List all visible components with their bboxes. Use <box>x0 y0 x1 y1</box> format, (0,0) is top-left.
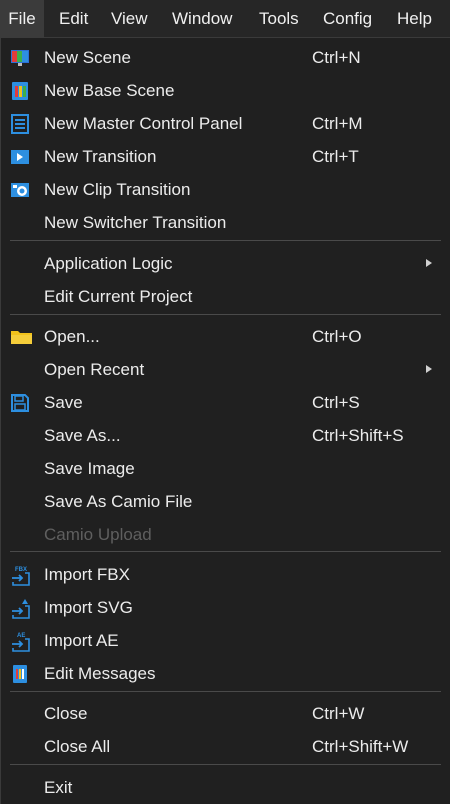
menu-item-label: Close <box>44 704 88 723</box>
menu-item-import-ae[interactable]: AE Import AE <box>1 624 449 657</box>
edit-messages-icon <box>10 664 30 684</box>
separator <box>10 764 441 765</box>
file-menu-dropdown: New Scene Ctrl+N New Base Scene New Mast… <box>0 38 450 804</box>
menu-item-label: Save As... <box>44 426 121 445</box>
menu-item-save-as-camio-file[interactable]: Save As Camio File <box>1 485 449 518</box>
separator <box>10 551 441 552</box>
menu-bar: File Edit View Window Tools Config Help <box>0 0 450 38</box>
save-icon <box>10 393 30 413</box>
menu-item-label: Open... <box>44 327 100 346</box>
base-scene-icon <box>10 81 30 101</box>
menu-item-application-logic[interactable]: Application Logic <box>1 247 449 280</box>
menu-item-close[interactable]: Close Ctrl+W <box>1 697 449 730</box>
menu-item-save-as[interactable]: Save As... Ctrl+Shift+S <box>1 419 449 452</box>
menu-item-label: Save <box>44 393 83 412</box>
menu-item-open[interactable]: Open... Ctrl+O <box>1 320 449 353</box>
menu-item-label: New Transition <box>44 147 157 166</box>
submenu-arrow-icon <box>426 365 432 373</box>
menu-item-save[interactable]: Save Ctrl+S <box>1 386 449 419</box>
menu-item-shortcut: Ctrl+S <box>312 393 360 412</box>
svg-text:AE: AE <box>17 633 25 639</box>
menu-item-label: Edit Messages <box>44 664 156 683</box>
clip-transition-icon <box>10 180 30 200</box>
menu-item-exit[interactable]: Exit <box>1 771 449 804</box>
menu-item-shortcut: Ctrl+M <box>312 114 363 133</box>
menu-item-new-transition[interactable]: New Transition Ctrl+T <box>1 140 449 173</box>
separator <box>10 314 441 315</box>
menu-item-label: New Base Scene <box>44 81 175 100</box>
svg-text:FBX: FBX <box>15 567 27 573</box>
menu-item-label: Import FBX <box>44 565 130 584</box>
import-svg-icon <box>10 598 30 619</box>
menu-item-label: Import AE <box>44 631 119 650</box>
menu-item-shortcut: Ctrl+W <box>312 704 365 723</box>
menu-item-import-fbx[interactable]: FBX Import FBX <box>1 558 449 591</box>
menu-item-label: Import SVG <box>44 598 133 617</box>
menu-item-label: Close All <box>44 737 111 756</box>
menu-item-edit-messages[interactable]: Edit Messages <box>1 657 449 690</box>
menu-item-label: New Master Control Panel <box>44 114 243 133</box>
control-panel-icon <box>10 114 30 134</box>
menu-item-open-recent[interactable]: Open Recent <box>1 353 449 386</box>
menu-tools[interactable]: Tools <box>259 0 299 38</box>
import-fbx-icon: FBX <box>10 565 30 586</box>
menu-item-import-svg[interactable]: Import SVG <box>1 591 449 624</box>
menu-item-label: Exit <box>44 778 73 797</box>
menu-item-label: Open Recent <box>44 360 145 379</box>
menu-item-new-switcher-transition[interactable]: New Switcher Transition <box>1 206 449 239</box>
menu-item-new-scene[interactable]: New Scene Ctrl+N <box>1 41 449 74</box>
menu-item-shortcut: Ctrl+O <box>312 327 362 346</box>
menu-item-label: Edit Current Project <box>44 287 193 306</box>
menu-item-label: New Scene <box>44 48 131 67</box>
separator <box>10 240 441 241</box>
menu-edit[interactable]: Edit <box>59 0 88 38</box>
menu-item-shortcut: Ctrl+Shift+W <box>312 737 409 756</box>
menu-item-label: Application Logic <box>44 254 173 273</box>
separator <box>10 691 441 692</box>
menu-item-new-master-control-panel[interactable]: New Master Control Panel Ctrl+M <box>1 107 449 140</box>
import-ae-icon: AE <box>10 631 30 652</box>
menu-item-label: Save As Camio File <box>44 492 193 511</box>
new-scene-icon <box>10 48 30 68</box>
menu-config[interactable]: Config <box>323 0 372 38</box>
menu-window[interactable]: Window <box>172 0 232 38</box>
menu-item-shortcut: Ctrl+N <box>312 48 361 67</box>
folder-icon <box>10 327 32 347</box>
menu-item-label: Camio Upload <box>44 525 152 544</box>
menu-item-label: New Switcher Transition <box>44 213 227 232</box>
menu-item-close-all[interactable]: Close All Ctrl+Shift+W <box>1 730 449 763</box>
transition-icon <box>10 147 30 167</box>
menu-item-save-image[interactable]: Save Image <box>1 452 449 485</box>
menu-item-new-base-scene[interactable]: New Base Scene <box>1 74 449 107</box>
submenu-arrow-icon <box>426 259 432 267</box>
menu-file[interactable]: File <box>0 0 44 38</box>
menu-help[interactable]: Help <box>397 0 432 38</box>
menu-item-shortcut: Ctrl+Shift+S <box>312 426 404 445</box>
menu-item-new-clip-transition[interactable]: New Clip Transition <box>1 173 449 206</box>
menu-view[interactable]: View <box>111 0 148 38</box>
menu-item-label: Save Image <box>44 459 135 478</box>
menu-item-shortcut: Ctrl+T <box>312 147 359 166</box>
menu-item-camio-upload: Camio Upload <box>1 518 449 551</box>
menu-item-edit-current-project[interactable]: Edit Current Project <box>1 280 449 313</box>
menu-item-label: New Clip Transition <box>44 180 191 199</box>
